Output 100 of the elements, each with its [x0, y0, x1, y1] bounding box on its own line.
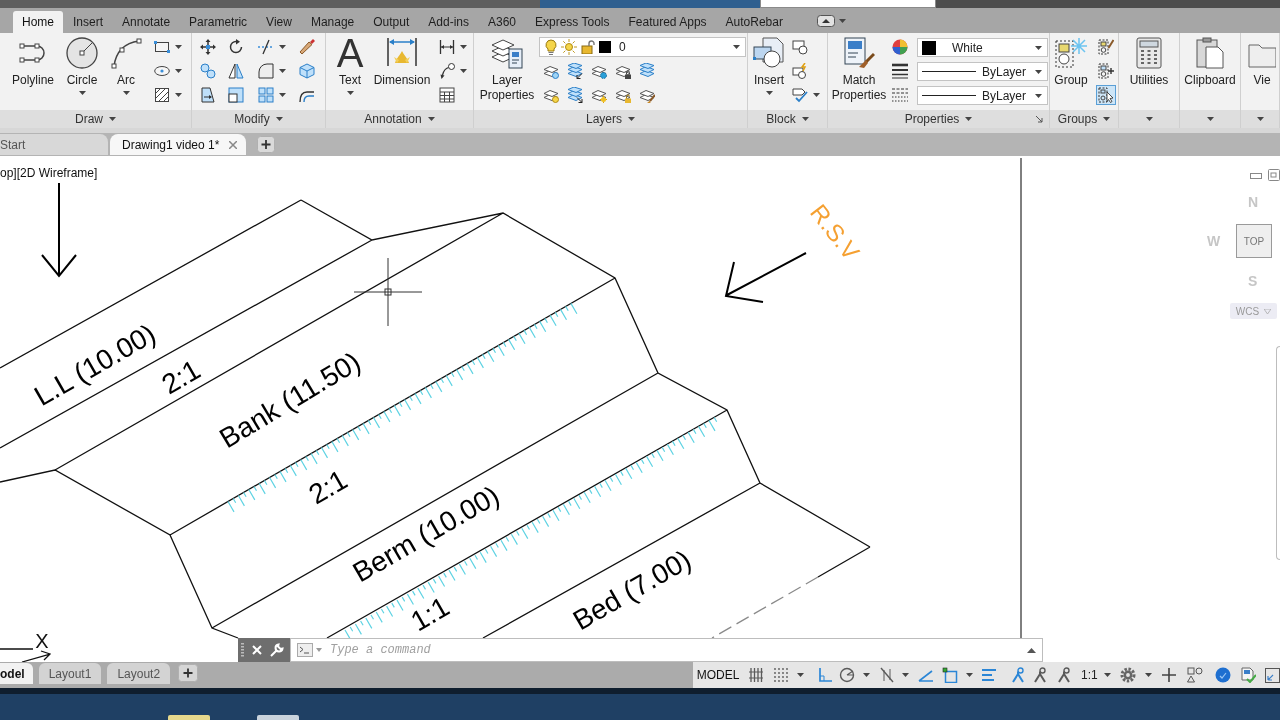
polyline-button[interactable]: Polyline [6, 33, 60, 88]
layer-lock-icon[interactable] [615, 63, 631, 79]
caret-icon[interactable] [765, 91, 773, 95]
ribbon-tab[interactable]: Manage [301, 11, 364, 33]
wrench-icon[interactable] [270, 643, 284, 657]
file-tab[interactable]: Drawing1 video 1* [110, 134, 247, 155]
eraser-icon[interactable] [299, 39, 315, 55]
hatch-icon[interactable] [154, 87, 170, 103]
ribbon-tab[interactable]: Home [13, 11, 63, 33]
lightbulb-icon[interactable] [545, 39, 557, 55]
copy-icon[interactable] [200, 63, 216, 79]
stretch-icon[interactable] [200, 87, 216, 103]
caret-icon[interactable] [175, 93, 182, 97]
new-tab-icon[interactable] [257, 136, 276, 153]
move-icon[interactable] [200, 39, 216, 55]
group-select-icon[interactable] [1096, 85, 1116, 105]
caret-icon[interactable] [175, 45, 182, 49]
annotation-figure-icon[interactable] [1010, 667, 1026, 683]
caret-icon[interactable] [1035, 45, 1042, 50]
scale-icon[interactable] [228, 87, 244, 103]
viewcube-face[interactable]: TOP [1236, 224, 1272, 258]
command-prompt-icon[interactable] [297, 643, 313, 657]
close-icon[interactable] [229, 140, 238, 149]
ribbon-tab[interactable]: Output [364, 11, 419, 33]
linear-dimension-icon[interactable] [439, 39, 455, 55]
linetype-icon[interactable] [892, 87, 908, 103]
caret-icon[interactable] [279, 93, 286, 97]
layer-bulb-icon[interactable] [543, 87, 559, 103]
caret-icon[interactable] [279, 69, 286, 73]
polar-icon[interactable] [839, 667, 855, 683]
group-button[interactable]: Group [1050, 33, 1092, 88]
osnap-icon[interactable] [942, 667, 958, 683]
ribbon-tab[interactable]: Insert [64, 11, 113, 33]
mirror-icon[interactable] [228, 63, 244, 79]
sun-icon[interactable] [561, 39, 577, 55]
clipboard-button[interactable]: Clipboard [1181, 33, 1239, 88]
color-dropdown[interactable]: White [917, 38, 1048, 57]
grip-icon[interactable] [241, 643, 244, 657]
caret-icon[interactable] [1145, 117, 1153, 121]
caret-icon[interactable] [965, 117, 973, 121]
file-tab[interactable]: Start [0, 134, 108, 155]
caret-icon[interactable] [275, 117, 283, 121]
caret-icon[interactable] [346, 91, 354, 95]
arc-button[interactable]: Arc [104, 33, 148, 95]
leader-icon[interactable] [439, 63, 455, 79]
caret-icon[interactable] [1144, 673, 1152, 677]
ribbon-tab[interactable]: Featured Apps [619, 11, 716, 33]
caret-icon[interactable] [902, 673, 909, 677]
command-input[interactable]: Type a command [330, 640, 1024, 660]
trim-icon[interactable] [258, 39, 274, 55]
caret-icon[interactable] [279, 45, 286, 49]
caret-icon[interactable] [175, 69, 182, 73]
layout-tab[interactable]: Layout2 [107, 663, 171, 684]
attribute-edit-icon[interactable] [792, 87, 808, 103]
ribbon-tab[interactable]: Annotate [113, 11, 180, 33]
layer-lock-icon[interactable] [615, 87, 631, 103]
dimension-button[interactable]: Dimension [370, 33, 434, 88]
ribbon-tab[interactable]: Express Tools [526, 11, 619, 33]
layer-brush-icon[interactable] [639, 87, 655, 103]
ribbon-toggle-icon[interactable] [816, 14, 835, 27]
insert-button[interactable]: Insert [748, 33, 790, 95]
document-check-icon[interactable] [1239, 667, 1256, 683]
panel-title[interactable]: Layers [586, 110, 635, 128]
isolate-icon[interactable] [1186, 667, 1203, 683]
rectangle-icon[interactable] [154, 39, 170, 55]
ribbon-tab[interactable]: Add-ins [419, 11, 478, 33]
hardware-acceleration-icon[interactable] [1214, 667, 1231, 683]
layer-gear-icon[interactable] [591, 63, 607, 79]
annotation-figure-icon[interactable] [1056, 667, 1072, 683]
lineweight-dropdown[interactable]: ByLayer [917, 86, 1048, 105]
caret-icon[interactable] [1206, 117, 1214, 121]
restore-icon[interactable] [1268, 169, 1280, 181]
caret-icon[interactable] [733, 45, 740, 49]
table-icon[interactable] [439, 87, 455, 103]
ellipse-icon[interactable] [154, 63, 170, 79]
caret-icon[interactable] [1103, 673, 1111, 677]
caret-icon[interactable] [122, 91, 130, 95]
utilities-button[interactable]: Utilities [1120, 33, 1178, 88]
text-button[interactable]: A Text [330, 33, 370, 95]
snap-dots-icon[interactable] [773, 667, 789, 683]
search-field[interactable] [760, 0, 936, 8]
layer-properties-button[interactable]: Layer Properties [476, 33, 538, 103]
match-properties-button[interactable]: Match Properties [828, 33, 890, 103]
caret-icon[interactable] [813, 93, 820, 97]
ribbon-tab[interactable]: View [257, 11, 301, 33]
minimize-icon[interactable] [1250, 173, 1262, 179]
caret-icon[interactable] [1035, 93, 1042, 98]
tracking-icon[interactable] [918, 667, 934, 683]
group-add-icon[interactable] [1098, 63, 1114, 79]
fullscreen-icon[interactable] [1264, 667, 1280, 683]
caret-icon[interactable] [1256, 117, 1264, 121]
color-wheel-icon[interactable] [892, 39, 908, 55]
caret-icon[interactable] [1103, 117, 1111, 121]
linetype-dropdown[interactable]: ByLayer [917, 62, 1048, 81]
caret-icon[interactable] [838, 18, 846, 23]
caret-icon[interactable] [801, 117, 809, 121]
cube-icon[interactable] [299, 63, 315, 79]
group-edit-icon[interactable] [1098, 39, 1114, 55]
caret-icon[interactable] [109, 117, 116, 121]
panel-launcher-icon[interactable] [1036, 115, 1043, 123]
